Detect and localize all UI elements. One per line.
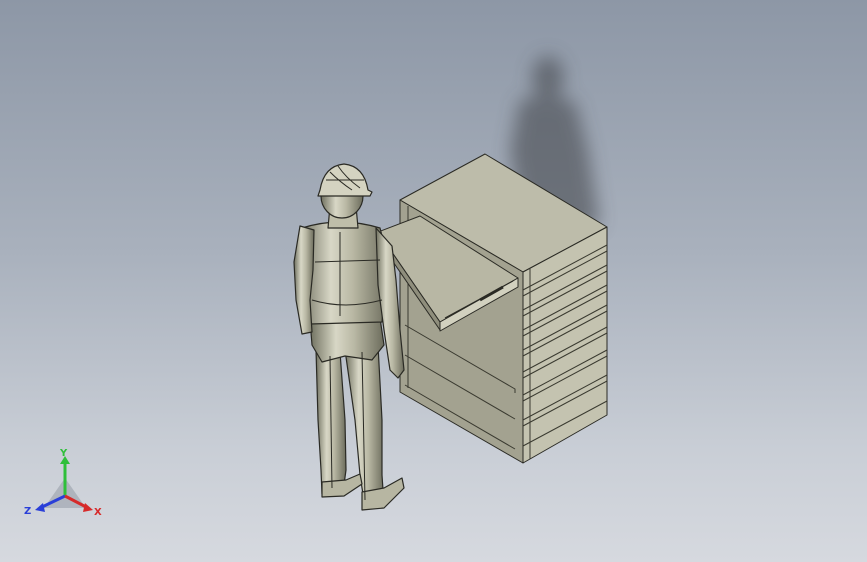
- z-axis-arrow: [35, 503, 45, 512]
- left-arm: [293, 225, 315, 335]
- y-axis-label: Y: [59, 448, 68, 459]
- x-axis-label: X: [94, 507, 102, 518]
- reference-triad: Y Z X: [24, 448, 102, 518]
- z-axis-label: Z: [24, 506, 31, 517]
- model-scene[interactable]: [0, 0, 867, 562]
- x-axis-arrow: [83, 503, 93, 512]
- human-figure[interactable]: [293, 163, 405, 511]
- hips: [309, 317, 385, 363]
- graphics-viewport[interactable]: Y Z X: [0, 0, 867, 562]
